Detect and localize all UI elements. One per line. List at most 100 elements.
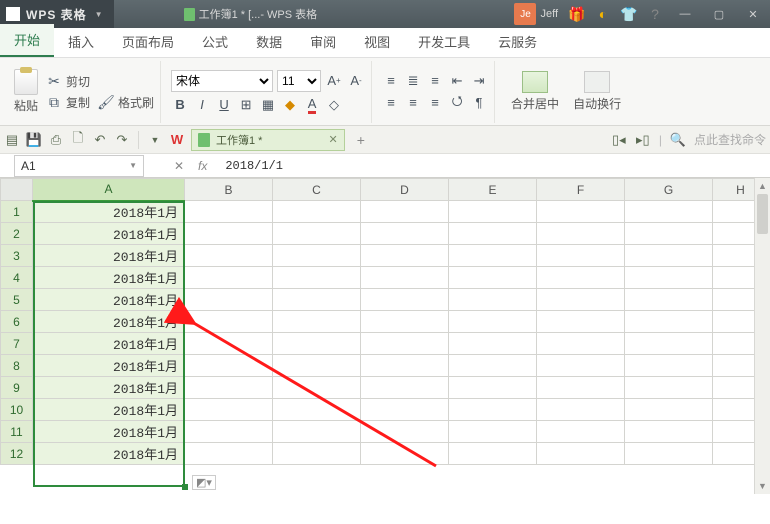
help-icon[interactable]: ?	[646, 5, 664, 23]
cell[interactable]	[537, 223, 625, 245]
cell[interactable]	[361, 377, 449, 399]
align-center-button[interactable]: ≡	[404, 94, 422, 112]
merge-center-button[interactable]: 合并居中	[505, 71, 565, 112]
redo-icon[interactable]: ↷	[114, 132, 130, 148]
col-header-G[interactable]: G	[625, 179, 713, 201]
cell[interactable]	[449, 267, 537, 289]
border-button[interactable]: ⊞	[237, 96, 255, 114]
tab-pagelayout[interactable]: 页面布局	[108, 26, 188, 57]
cell[interactable]	[361, 355, 449, 377]
chevron-down-icon[interactable]: ▼	[129, 161, 137, 170]
row-header[interactable]: 9	[1, 377, 33, 399]
cell[interactable]	[361, 311, 449, 333]
user-avatar[interactable]: Je	[514, 3, 536, 25]
cell[interactable]	[185, 377, 273, 399]
cell[interactable]	[537, 267, 625, 289]
col-header-F[interactable]: F	[537, 179, 625, 201]
fx-icon[interactable]: fx	[198, 159, 207, 173]
increase-font-button[interactable]: A+	[325, 72, 343, 90]
clearformat-button[interactable]: ◇	[325, 96, 343, 114]
cell[interactable]	[361, 201, 449, 223]
row-header[interactable]: 8	[1, 355, 33, 377]
cell[interactable]	[537, 201, 625, 223]
cell[interactable]	[185, 267, 273, 289]
cell[interactable]	[537, 355, 625, 377]
cell[interactable]	[273, 311, 361, 333]
cell[interactable]	[185, 399, 273, 421]
cell[interactable]	[273, 399, 361, 421]
align-bot-button[interactable]: ≡	[426, 72, 444, 90]
name-box[interactable]: A1 ▼	[14, 155, 144, 177]
formatpainter-button[interactable]: 🖌格式刷	[98, 94, 154, 111]
cell[interactable]	[449, 443, 537, 465]
preview-icon[interactable]: 🗋	[70, 132, 86, 148]
nav-next-icon[interactable]: ▸▯	[635, 132, 651, 148]
fillcolor-button[interactable]: ◆	[281, 96, 299, 114]
border2-button[interactable]: ▦	[259, 96, 277, 114]
gift-icon[interactable]: 🎁	[568, 5, 586, 23]
cell[interactable]	[185, 421, 273, 443]
cell[interactable]: 2018年1月	[33, 333, 185, 355]
col-header-B[interactable]: B	[185, 179, 273, 201]
cell[interactable]: 2018年1月	[33, 421, 185, 443]
cell[interactable]: 2018年1月	[33, 443, 185, 465]
cut-button[interactable]: ✂剪切	[46, 73, 154, 90]
cell[interactable]	[361, 223, 449, 245]
cell[interactable]	[625, 399, 713, 421]
cell[interactable]	[449, 399, 537, 421]
cell[interactable]	[273, 355, 361, 377]
cell[interactable]: 2018年1月	[33, 223, 185, 245]
spreadsheet-grid[interactable]: A B C D E F G H 12018年1月22018年1月32018年1月…	[0, 178, 770, 494]
vertical-scrollbar[interactable]: ▲ ▼	[754, 178, 770, 494]
col-header-E[interactable]: E	[449, 179, 537, 201]
tab-insert[interactable]: 插入	[54, 26, 108, 57]
cell[interactable]	[273, 245, 361, 267]
formula-value[interactable]: 2018/1/1	[225, 159, 283, 173]
row-header[interactable]: 4	[1, 267, 33, 289]
user-name[interactable]: Jeff	[540, 8, 558, 20]
cell[interactable]	[185, 245, 273, 267]
cell[interactable]: 2018年1月	[33, 377, 185, 399]
indent-dec-button[interactable]: ⇤	[448, 72, 466, 90]
cell[interactable]	[361, 289, 449, 311]
cell[interactable]	[273, 223, 361, 245]
cell[interactable]	[449, 311, 537, 333]
row-header[interactable]: 3	[1, 245, 33, 267]
command-search[interactable]: 点此查找命令	[694, 131, 766, 148]
align-left-button[interactable]: ≡	[382, 94, 400, 112]
cell[interactable]	[273, 443, 361, 465]
scroll-thumb[interactable]	[757, 194, 768, 234]
font-size-select[interactable]: 11	[277, 70, 321, 92]
cell[interactable]	[537, 289, 625, 311]
cell[interactable]	[537, 377, 625, 399]
cell[interactable]: 2018年1月	[33, 399, 185, 421]
cell[interactable]: 2018年1月	[33, 201, 185, 223]
nav-prev-icon[interactable]: ▯◂	[611, 132, 627, 148]
cell[interactable]	[273, 377, 361, 399]
minimize-button[interactable]: —	[668, 0, 702, 28]
cell[interactable]	[185, 355, 273, 377]
row-header[interactable]: 10	[1, 399, 33, 421]
cancel-formula-icon[interactable]: ✕	[174, 159, 190, 173]
cell[interactable]	[273, 289, 361, 311]
cell[interactable]	[449, 201, 537, 223]
cell[interactable]	[449, 355, 537, 377]
cell[interactable]	[625, 421, 713, 443]
dropdown-icon[interactable]: ▼	[147, 132, 163, 148]
print-icon[interactable]: ⎙	[48, 132, 64, 148]
cell[interactable]	[537, 311, 625, 333]
cell[interactable]	[537, 421, 625, 443]
cell[interactable]	[625, 311, 713, 333]
row-header[interactable]: 12	[1, 443, 33, 465]
tab-data[interactable]: 数据	[242, 26, 296, 57]
cell[interactable]: 2018年1月	[33, 355, 185, 377]
close-tab-icon[interactable]: ✕	[328, 133, 337, 146]
decrease-font-button[interactable]: A-	[347, 72, 365, 90]
wrap-text-button[interactable]: 自动换行	[569, 71, 625, 112]
cell[interactable]	[361, 245, 449, 267]
cell[interactable]	[449, 421, 537, 443]
tab-devtools[interactable]: 开发工具	[404, 26, 484, 57]
cell[interactable]: 2018年1月	[33, 245, 185, 267]
tab-view[interactable]: 视图	[350, 26, 404, 57]
bold-button[interactable]: B	[171, 96, 189, 114]
